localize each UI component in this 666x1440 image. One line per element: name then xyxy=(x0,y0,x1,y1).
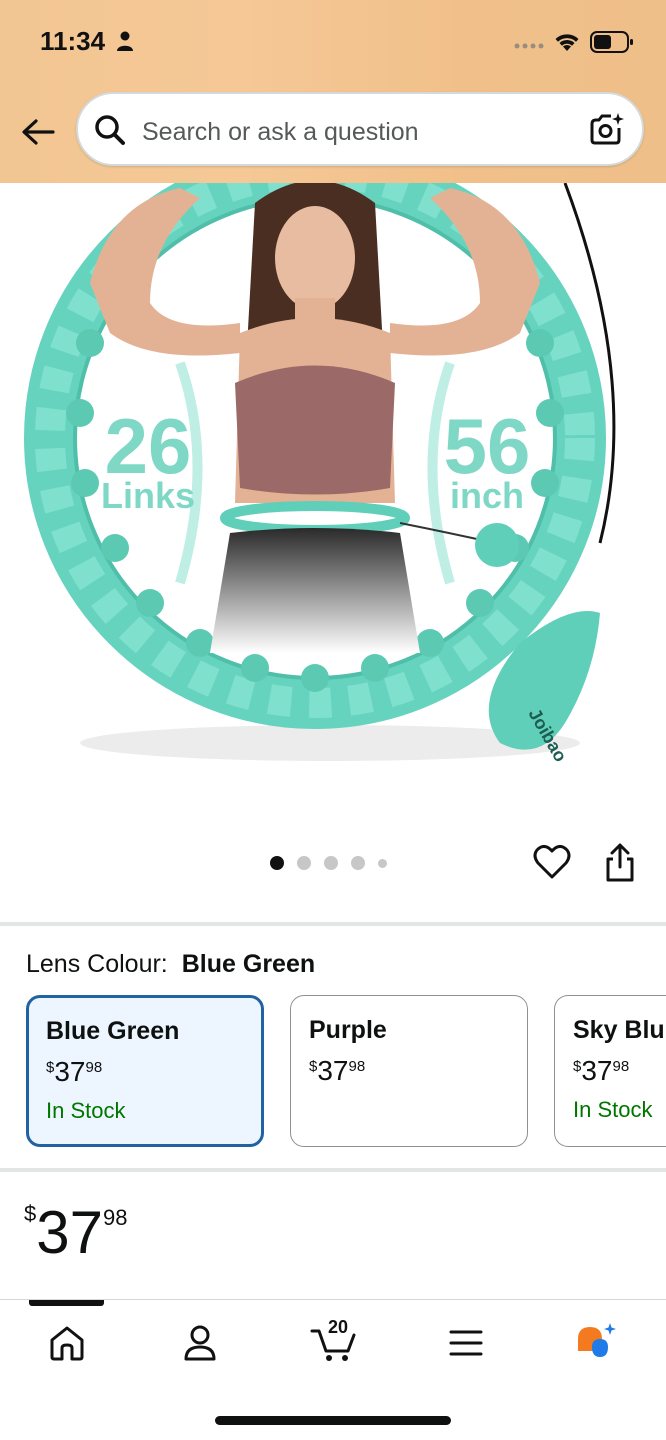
nav-menu[interactable] xyxy=(436,1318,496,1368)
section-divider xyxy=(0,1168,666,1172)
variant-option-stock: In Stock xyxy=(46,1098,126,1123)
product-price: $3798 xyxy=(24,1199,128,1266)
wifi-icon xyxy=(555,34,579,51)
variant-option-price: $3798 xyxy=(309,1055,366,1086)
search-input[interactable]: Search or ask a question xyxy=(142,118,419,147)
variant-selected-value: Blue Green xyxy=(181,950,316,978)
variant-option-name: Sky Blu xyxy=(573,1016,665,1044)
home-indicator xyxy=(215,1416,451,1425)
variant-label: Lens Colour: xyxy=(26,950,168,978)
nav-account[interactable] xyxy=(170,1318,230,1368)
variant-option-stock: In Stock xyxy=(573,1097,653,1122)
nav-rufus[interactable] xyxy=(566,1318,626,1368)
search-bar[interactable]: Search or ask a question xyxy=(76,92,644,166)
carousel-dot[interactable] xyxy=(351,856,365,870)
home-icon xyxy=(50,1326,84,1361)
active-tab-indicator xyxy=(29,1300,104,1306)
carousel-dot[interactable] xyxy=(297,856,311,870)
back-button[interactable] xyxy=(18,114,58,150)
rufus-ai-icon xyxy=(578,1323,616,1357)
share-icon[interactable] xyxy=(603,843,637,883)
battery-icon xyxy=(590,31,633,53)
product-illustration: 26 Links 56 inch Joibao xyxy=(24,183,616,765)
app-header: 11:34 Search or ask a question xyxy=(0,0,666,183)
menu-icon xyxy=(449,1330,483,1356)
carousel-dot[interactable] xyxy=(270,856,284,870)
product-image[interactable]: 26 Links 56 inch Joibao xyxy=(0,183,666,783)
right-badge-text: inch xyxy=(450,475,524,516)
variant-option-name: Blue Green xyxy=(46,1017,180,1045)
carousel-dot[interactable] xyxy=(378,858,387,868)
variant-label-row: Lens Colour: Blue Green xyxy=(26,950,315,979)
status-time: 11:34 xyxy=(40,26,106,56)
signal-icon xyxy=(514,43,544,49)
cart-count-badge: 20 xyxy=(328,1317,349,1337)
carousel-dot[interactable] xyxy=(324,856,338,870)
person-icon xyxy=(117,31,133,51)
camera-search-icon[interactable] xyxy=(588,110,626,148)
search-icon xyxy=(95,115,125,145)
account-icon xyxy=(184,1325,216,1361)
left-badge-text: Links xyxy=(101,475,195,516)
variant-option-name: Purple xyxy=(309,1016,387,1044)
back-arrow-icon xyxy=(22,119,55,145)
variant-option-purple[interactable]: Purple $3798 xyxy=(290,995,528,1147)
variant-option-blue-green[interactable]: Blue Green $3798 In Stock xyxy=(26,995,264,1147)
heart-icon[interactable] xyxy=(533,843,571,881)
variant-option-price: $3798 xyxy=(573,1055,630,1086)
variant-option-price: $3798 xyxy=(46,1056,103,1087)
section-divider xyxy=(0,922,666,926)
image-carousel-dots[interactable] xyxy=(270,856,387,870)
variant-option-sky-blue[interactable]: Sky Blu $3798 In Stock xyxy=(554,995,666,1147)
nav-home[interactable] xyxy=(37,1318,97,1368)
